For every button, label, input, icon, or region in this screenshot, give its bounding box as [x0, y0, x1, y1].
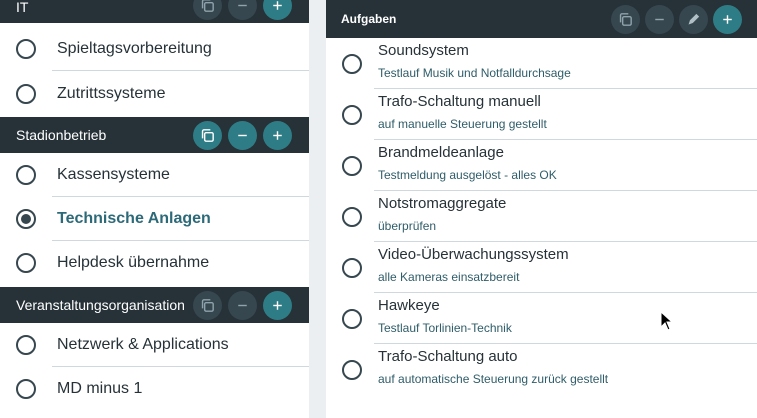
radio-button[interactable] [16, 253, 36, 273]
item-label: Zutrittssysteme [57, 85, 166, 102]
copy-icon [201, 0, 214, 12]
plus-icon [273, 130, 282, 140]
copy-icon [201, 128, 214, 142]
remove-button[interactable] [645, 4, 674, 34]
list-item[interactable]: Helpdesk übernahme [0, 241, 309, 285]
task-subtitle: Testmeldung ausgelöst - alles OK [378, 168, 557, 182]
groups-panel: IT Spieltagsvorbereitung Zutrittssysteme… [0, 0, 309, 418]
group-header-it: IT [0, 0, 309, 23]
task-subtitle: Testlauf Torlinien-Technik [378, 321, 512, 335]
add-button[interactable] [713, 4, 742, 34]
list-item[interactable]: Kassensysteme [0, 153, 309, 197]
list-item[interactable]: Spieltagsvorbereitung [0, 27, 309, 71]
list-item[interactable]: Netzwerk & Applications [0, 323, 309, 367]
task-subtitle: überprüfen [378, 219, 437, 233]
item-label: MD minus 1 [57, 380, 143, 397]
copy-button[interactable] [193, 0, 222, 20]
remove-button[interactable] [228, 290, 257, 320]
group-title: Stadionbetrieb [16, 127, 107, 143]
task-title: Trafo-Schaltung manuell [378, 93, 541, 110]
task-title: Trafo-Schaltung auto [378, 348, 518, 365]
task-item[interactable]: Notstromaggregate überprüfen [326, 191, 757, 242]
radio-button[interactable] [16, 165, 36, 185]
task-subtitle: alle Kameras einsatzbereit [378, 270, 520, 284]
radio-button[interactable] [16, 379, 36, 399]
list-item-selected[interactable]: Technische Anlagen [0, 197, 309, 241]
remove-button[interactable] [228, 120, 257, 150]
copy-button[interactable] [193, 290, 222, 320]
minus-icon [238, 304, 247, 306]
copy-button[interactable] [193, 120, 222, 150]
task-title: Brandmeldeanlage [378, 144, 504, 161]
item-label: Kassensysteme [57, 166, 170, 183]
task-title: Video-Überwachungssystem [378, 246, 569, 263]
task-item[interactable]: Soundsystem Testlauf Musik und Notfalldu… [326, 38, 757, 89]
task-subtitle: auf manuelle Steuerung gestellt [378, 117, 547, 131]
plus-icon [723, 14, 732, 24]
copy-button[interactable] [611, 4, 640, 34]
remove-button[interactable] [228, 0, 257, 20]
group-title: IT [16, 0, 29, 15]
list-item[interactable]: MD minus 1 [0, 367, 309, 411]
minus-icon [238, 4, 247, 6]
task-item[interactable]: Hawkeye Testlauf Torlinien-Technik [326, 293, 757, 344]
radio-button[interactable] [342, 155, 362, 176]
tasks-panel: Aufgaben Soundsystem Testlauf Musik und … [326, 0, 757, 418]
divider [52, 70, 309, 71]
task-title: Soundsystem [378, 42, 469, 59]
group-header-veranstaltungsorganisation: Veranstaltungsorganisation [0, 287, 309, 323]
radio-button[interactable] [342, 308, 362, 329]
radio-button[interactable] [16, 39, 36, 59]
copy-icon [619, 12, 632, 26]
radio-button[interactable] [16, 335, 36, 355]
radio-button[interactable] [342, 359, 362, 380]
task-title: Hawkeye [378, 297, 440, 314]
item-label: Spieltagsvorbereitung [57, 40, 212, 57]
tasks-title: Aufgaben [341, 12, 397, 26]
task-item[interactable]: Brandmeldeanlage Testmeldung ausgelöst -… [326, 140, 757, 191]
radio-button[interactable] [342, 206, 362, 227]
copy-icon [201, 298, 214, 312]
tasks-header: Aufgaben [326, 0, 757, 38]
plus-icon [273, 300, 282, 310]
item-label: Netzwerk & Applications [57, 336, 229, 353]
task-item[interactable]: Trafo-Schaltung auto auf automatische St… [326, 344, 757, 395]
radio-button[interactable] [342, 257, 362, 278]
minus-icon [655, 18, 664, 20]
mouse-cursor-icon [660, 311, 674, 331]
item-label: Technische Anlagen [57, 210, 211, 227]
add-button[interactable] [263, 120, 292, 150]
edit-icon [688, 13, 700, 24]
edit-button[interactable] [679, 4, 708, 34]
group-header-stadionbetrieb: Stadionbetrieb [0, 117, 309, 153]
item-label: Helpdesk übernahme [57, 254, 210, 271]
add-button[interactable] [263, 0, 292, 20]
plus-icon [273, 0, 282, 10]
radio-button[interactable] [342, 104, 362, 125]
radio-button[interactable] [16, 84, 36, 104]
task-subtitle: Testlauf Musik und Notfalldurchsage [378, 66, 571, 80]
radio-button[interactable] [342, 53, 362, 74]
radio-button-checked[interactable] [16, 209, 36, 229]
minus-icon [238, 134, 247, 136]
task-title: Notstromaggregate [378, 195, 507, 212]
task-item[interactable]: Trafo-Schaltung manuell auf manuelle Ste… [326, 89, 757, 140]
task-item[interactable]: Video-Überwachungssystem alle Kameras ei… [326, 242, 757, 293]
add-button[interactable] [263, 290, 292, 320]
group-title: Veranstaltungsorganisation [16, 297, 185, 313]
task-subtitle: auf automatische Steuerung zurück gestel… [378, 372, 609, 386]
panel-gap [309, 0, 326, 418]
list-item[interactable]: Zutrittssysteme [0, 72, 309, 116]
